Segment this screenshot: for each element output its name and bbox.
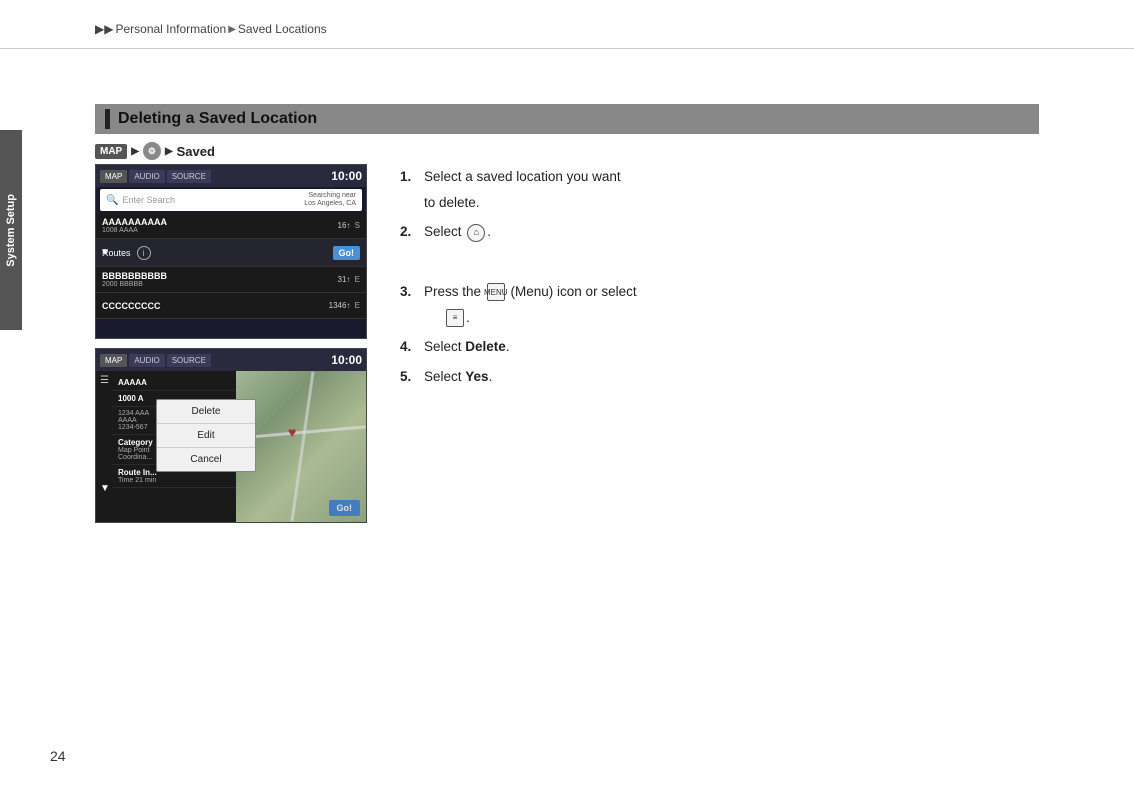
step5: 5. Select Yes. (400, 364, 1084, 390)
screen1-item1-sub: 1008 AAAA (102, 227, 167, 234)
map-road2 (291, 372, 315, 522)
instructions-panel: 1. Select a saved location you wantto de… (400, 164, 1084, 393)
screen2-time: 10:00 (331, 353, 362, 367)
screen2-scroll-arrow: ▼ (100, 483, 110, 494)
screen1-go-btn: Go! (333, 246, 361, 260)
step3-hamburger-icon: ≡ (446, 309, 464, 327)
screen1-item1-dir: S (355, 221, 360, 230)
step2-text: Select ⌂. (424, 219, 1084, 245)
side-tab: System Setup (0, 130, 22, 330)
side-tab-label: System Setup (5, 194, 17, 267)
screen1-item2-title: BBBBBBBBBB (102, 271, 167, 281)
screen1-item3-title: CCCCCCCCC (102, 301, 161, 311)
step1-num: 1. (400, 164, 420, 190)
page-number: 24 (50, 748, 66, 764)
screen2-tab-audio: AUDIO (129, 354, 164, 367)
screen1-list: AAAAAAAAAA 1008 AAAA 16↑ S Routes i Go! … (96, 213, 366, 319)
nav-settings-icon: ⚙ (143, 142, 161, 160)
step5-num: 5. (400, 364, 420, 390)
breadcrumb-arrow1: ▶▶ (95, 22, 113, 36)
screen1-tab-source: SOURCE (167, 170, 211, 183)
breadcrumb: ▶▶ Personal Information ▶ Saved Location… (95, 22, 327, 36)
screen1-search-placeholder: Enter Search (122, 195, 175, 205)
context-menu-edit: Edit (157, 424, 255, 448)
step4-num: 4. (400, 334, 420, 360)
nav-arrow1: ▶ (131, 146, 139, 157)
step3-text: Press the MENU (Menu) icon or select ≡. (424, 279, 1084, 330)
step2-num: 2. (400, 219, 420, 245)
screen1-item1: AAAAAAAAAA 1008 AAAA 16↑ S (96, 213, 366, 239)
nav-path: MAP ▶ ⚙ ▶ Saved (95, 142, 215, 160)
search-near-line1: Searching near (304, 192, 356, 200)
breadcrumb-sep1: ▶ (228, 24, 236, 35)
screen1-search-near: Searching near Los Angeles, CA (304, 192, 356, 209)
screen1-info-btn: i (137, 246, 151, 260)
screen1-item1-dist: 16↑ S (338, 221, 360, 230)
search-near-line2: Los Angeles, CA (304, 200, 356, 208)
step5-bold: Yes (465, 369, 488, 384)
screen1: MAP AUDIO SOURCE 10:00 🔍 Enter Search Se… (95, 164, 367, 339)
screen2-item5-sub: Time 21 min (118, 477, 233, 484)
breadcrumb-part2: Saved Locations (238, 22, 327, 36)
step1: 1. Select a saved location you wantto de… (400, 164, 1084, 215)
step4-text: Select Delete. (424, 334, 1084, 360)
map-pin: ♥ (288, 424, 296, 440)
screen1-tab-map: MAP (100, 170, 127, 183)
screen1-search: 🔍 Enter Search Searching near Los Angele… (100, 189, 362, 211)
nav-map-icon: MAP (95, 144, 127, 159)
screen2-context-menu: Delete Edit Cancel (156, 399, 256, 472)
screen1-item3-dir: E (355, 301, 360, 310)
screen1-tab-audio: AUDIO (129, 170, 164, 183)
instruction-gap (400, 249, 1084, 279)
breadcrumb-part1: Personal Information (115, 22, 226, 36)
step4-bold: Delete (465, 339, 506, 354)
screen2-tab-source: SOURCE (167, 354, 211, 367)
screen1-item2: BBBBBBBBBB 2000 BBBBB 31↑ E (96, 267, 366, 293)
step5-text: Select Yes. (424, 364, 1084, 390)
step3-num: 3. (400, 279, 420, 305)
context-menu-delete: Delete (157, 400, 255, 424)
screen1-time: 10:00 (331, 169, 362, 183)
nav-saved-label: Saved (177, 144, 215, 159)
screen1-item3: CCCCCCCCC 1346↑ E (96, 293, 366, 319)
top-divider (0, 48, 1134, 49)
section-header: Deleting a Saved Location (95, 104, 1039, 134)
screen1-item2-dir: E (355, 275, 360, 284)
context-menu-cancel: Cancel (157, 448, 255, 471)
screen1-search-icon: 🔍 (106, 195, 118, 206)
screen2-item1-title: AAAAA (118, 378, 233, 387)
screen1-scroll-arrow: ▼ (100, 247, 110, 258)
screen1-item2-sub: 2000 BBBBB (102, 281, 167, 288)
screen2-go-btn: Go! (329, 500, 361, 516)
screen1-item1-title: AAAAAAAAAA (102, 217, 167, 227)
screen1-topbar: MAP AUDIO SOURCE 10:00 (96, 165, 366, 187)
step4: 4. Select Delete. (400, 334, 1084, 360)
screen2-topbar: MAP AUDIO SOURCE 10:00 (96, 349, 366, 371)
screen1-item3-dist: 1346↑ E (329, 301, 360, 310)
step2-home-icon: ⌂ (467, 224, 485, 242)
step3: 3. Press the MENU (Menu) icon or select … (400, 279, 1084, 330)
screen1-item2-dist: 31↑ E (338, 275, 360, 284)
screen2-menu-icon: ☰ (100, 375, 109, 386)
screen2-tab-map: MAP (100, 354, 127, 367)
step1-text: Select a saved location you wantto delet… (424, 164, 1084, 215)
step3-menu-icon: MENU (487, 283, 505, 301)
screen2-item1: AAAAA (112, 375, 239, 391)
screen1-routes-row: Routes i Go! (96, 239, 366, 267)
screen2: MAP AUDIO SOURCE 10:00 ☰ AAAAA 1000 A 12… (95, 348, 367, 523)
step2: 2. Select ⌂. (400, 219, 1084, 245)
section-header-bar (105, 109, 110, 129)
nav-arrow2: ▶ (165, 146, 173, 157)
section-title: Deleting a Saved Location (118, 110, 317, 128)
